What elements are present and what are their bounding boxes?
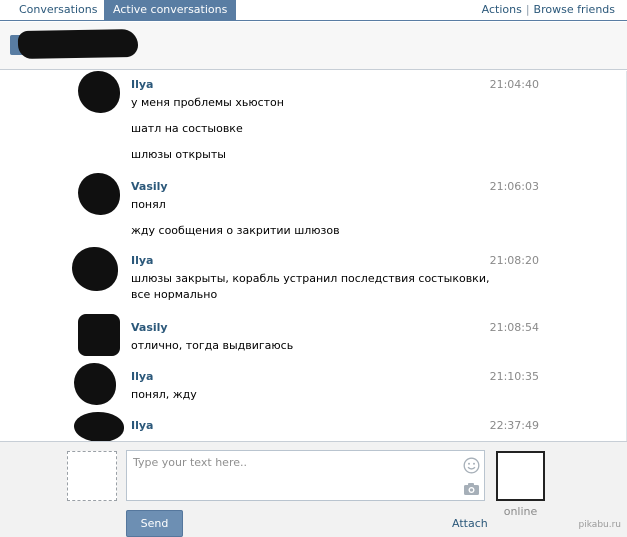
message-time: 21:06:03 <box>489 180 539 193</box>
message-history[interactable]: Ilya 21:04:40 у меня проблемы хьюстон ша… <box>0 71 627 441</box>
watermark: pikabu.ru <box>578 520 621 530</box>
message-input-box <box>126 450 485 501</box>
message-author[interactable]: Ilya <box>131 419 153 432</box>
message-time: 21:10:35 <box>489 370 539 383</box>
redacted-name <box>17 28 139 60</box>
message-text: шлюзы закрыты, корабль устранил последст… <box>131 272 490 301</box>
avatar[interactable] <box>78 314 120 356</box>
camera-icon[interactable] <box>463 482 480 496</box>
composer: online Send Attach pikabu.ru <box>0 441 627 537</box>
message-input[interactable] <box>127 451 457 500</box>
message-author[interactable]: Ilya <box>131 254 153 267</box>
message-text: шлюзы открыты <box>131 148 226 161</box>
tab-bar: Conversations Active conversations Actio… <box>0 0 627 21</box>
message-author[interactable]: Vasily <box>131 180 168 193</box>
tab-active-conversations[interactable]: Active conversations <box>104 0 237 21</box>
message-author[interactable]: Ilya <box>131 370 153 383</box>
self-avatar[interactable] <box>67 451 117 501</box>
message-time: 21:08:54 <box>489 321 539 334</box>
message-time: 21:04:40 <box>489 78 539 91</box>
message-text: шатл на состыовке <box>131 122 243 135</box>
avatar[interactable] <box>74 363 116 405</box>
message-text: отлично, тогда выдвигаюсь <box>131 339 294 352</box>
send-button[interactable]: Send <box>126 510 183 537</box>
message-author[interactable]: Ilya <box>131 78 153 91</box>
avatar[interactable] <box>74 412 124 441</box>
avatar[interactable] <box>78 173 120 215</box>
message-text: понял, жду <box>131 388 197 401</box>
message-text: жду сообщения о закритии шлюзов <box>131 224 340 237</box>
peer-avatar[interactable] <box>496 451 545 501</box>
conversation-header <box>0 22 627 70</box>
message-text: понял <box>131 198 166 211</box>
message-text: у меня проблемы хьюстон <box>131 96 284 109</box>
browse-friends-link[interactable]: Browse friends <box>534 3 615 16</box>
tab-conversations[interactable]: Conversations <box>10 0 106 21</box>
message-author[interactable]: Vasily <box>131 321 168 334</box>
actions-separator: | <box>525 3 530 16</box>
avatar[interactable] <box>78 71 120 113</box>
tab-actions: Actions | Browse friends <box>482 0 615 21</box>
actions-link[interactable]: Actions <box>482 3 522 16</box>
online-status: online <box>503 505 538 518</box>
message-time: 21:08:20 <box>489 254 539 267</box>
smile-icon[interactable] <box>463 457 480 474</box>
message-time: 22:37:49 <box>489 419 539 432</box>
attach-link[interactable]: Attach <box>452 517 488 530</box>
avatar[interactable] <box>72 247 118 291</box>
